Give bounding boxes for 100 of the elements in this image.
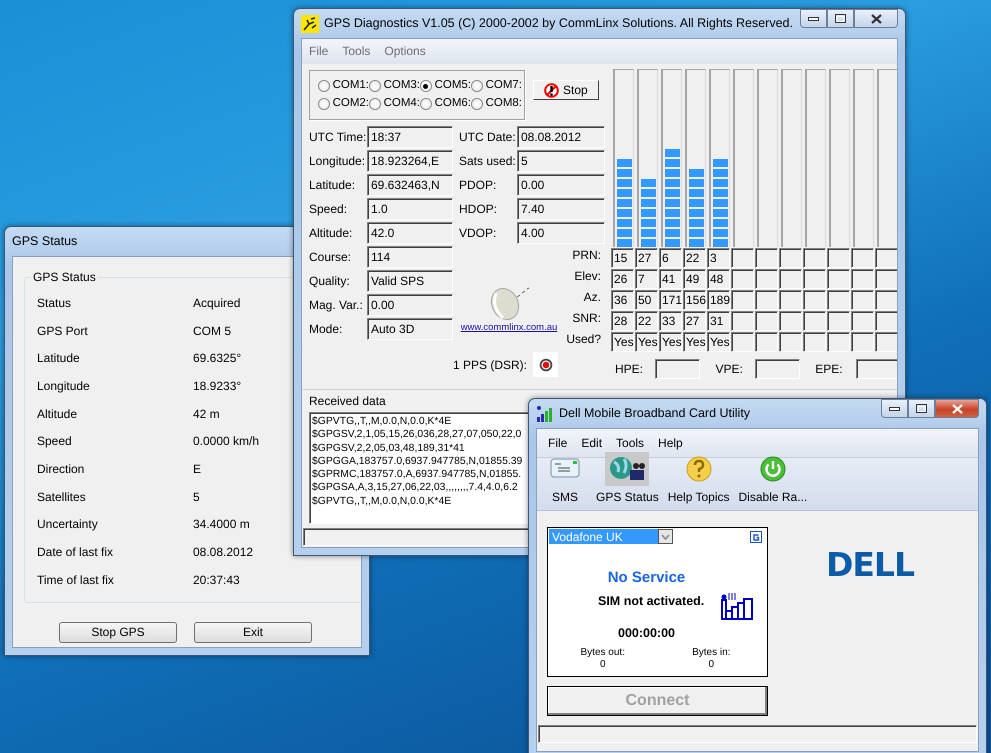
menu-item[interactable]: Tools	[335, 40, 378, 62]
radio-button[interactable]	[420, 98, 432, 110]
table-cell	[851, 332, 874, 352]
website-link[interactable]: www.commlinx.com.au	[460, 321, 558, 336]
table-cell	[779, 248, 802, 268]
menu-item[interactable]: Options	[377, 40, 433, 62]
table-cell: Yes	[707, 332, 730, 352]
table-cell	[731, 290, 754, 310]
menu-item[interactable]: Help	[651, 432, 690, 454]
close-button[interactable]	[854, 9, 898, 28]
port-label[interactable]: COM3:	[384, 77, 420, 95]
dell-logo: DELL	[826, 547, 914, 583]
value-field: 114	[367, 246, 453, 268]
value-field	[655, 359, 700, 379]
value-field: 42.0	[367, 222, 453, 244]
field-label: Altitude:	[309, 225, 354, 242]
table-cell: 7	[635, 268, 658, 288]
field-label: Course:	[309, 249, 352, 266]
port-label[interactable]: COM4:	[384, 95, 420, 113]
port-label[interactable]: COM1:	[332, 77, 369, 95]
field-label: Status	[37, 294, 72, 312]
field-label: Speed:	[309, 201, 348, 218]
toolbar-button[interactable]: GPS Status	[594, 452, 661, 506]
status-message: SIM not activated.	[598, 592, 704, 610]
toolbar-button[interactable]: Help Topics	[666, 452, 732, 506]
counter-label: Bytes out:	[580, 647, 625, 659]
maximize-button[interactable]	[827, 9, 854, 28]
maximize-button[interactable]	[908, 399, 935, 418]
row-label: Elev:	[574, 268, 601, 285]
field-label: Date of last fix	[37, 544, 114, 562]
table-cell	[851, 268, 874, 288]
value-field: 4.00	[517, 222, 605, 244]
table-cell: 48	[707, 268, 730, 288]
table-cell: 28	[611, 310, 634, 330]
field-label: Altitude	[37, 406, 78, 423]
radio-button[interactable]	[318, 80, 330, 92]
table-cell	[779, 332, 802, 352]
toolbar-button[interactable]: Disable Ra...	[736, 452, 810, 506]
field-label: GPS Port	[37, 322, 89, 340]
group-title: GPS Status	[32, 271, 97, 283]
field-label: Uncertainty	[37, 516, 99, 534]
counter-value: 0	[600, 659, 606, 671]
table-cell	[755, 268, 778, 288]
data-line: $GPGSV,2,1,05,15,26,036,28,27,07,050,22,0	[312, 428, 522, 442]
field-label: EPE:	[815, 361, 843, 378]
connect-button: Connect	[547, 686, 768, 716]
field-label: Time of last fix	[37, 572, 115, 589]
table-cell: 27	[683, 310, 706, 330]
minimize-icon	[889, 406, 900, 410]
minimize-button[interactable]	[800, 9, 827, 28]
menu-item[interactable]: Edit	[574, 432, 610, 454]
row-label: PRN:	[572, 247, 601, 264]
table-cell	[779, 268, 802, 288]
field-label: HDOP:	[459, 201, 498, 218]
field-value: 5	[193, 488, 200, 506]
port-label[interactable]: COM5:	[434, 77, 471, 95]
minimize-icon	[808, 16, 819, 20]
field-label: VPE:	[715, 361, 743, 378]
menu-item[interactable]: Tools	[609, 432, 652, 454]
radio-button[interactable]	[318, 98, 330, 110]
radio-button[interactable]	[471, 80, 483, 92]
signal-strength-icon	[721, 592, 754, 620]
field-value: COM 5	[193, 322, 232, 340]
radio-button[interactable]	[369, 80, 381, 92]
field-label: Speed	[37, 433, 73, 450]
value-field: 0.00	[367, 294, 453, 316]
port-label[interactable]: COM7:	[486, 77, 522, 95]
field-label: HPE:	[615, 361, 644, 378]
menu-item[interactable]: File	[302, 40, 336, 62]
value-field: 69.632463,N	[367, 174, 453, 196]
close-button[interactable]	[935, 399, 979, 418]
table-cell: 156	[683, 290, 706, 310]
maximize-icon	[835, 14, 846, 23]
value-field: 5	[517, 150, 605, 172]
minimize-button[interactable]	[881, 399, 908, 418]
data-line: $GPVTG,,T,,M,0.0,N,0.0,K*4E	[312, 494, 452, 508]
stop-button[interactable]: Stop	[533, 80, 599, 100]
port-label[interactable]: COM8:	[486, 95, 522, 113]
table-cell: 171	[659, 290, 682, 310]
table-cell	[851, 290, 874, 310]
dialog-button[interactable]: Exit	[194, 622, 312, 643]
menu-item[interactable]: File	[541, 432, 574, 454]
table-cell	[827, 268, 850, 288]
table-cell: 41	[659, 268, 682, 288]
radio-button[interactable]	[369, 98, 381, 110]
radio-button[interactable]	[471, 98, 483, 110]
table-cell	[755, 290, 778, 310]
radio-button[interactable]	[420, 80, 432, 92]
table-cell	[755, 310, 778, 330]
field-value: Acquired	[193, 294, 240, 312]
field-label: Mag. Var.:	[309, 297, 364, 314]
field-label: Longitude:	[309, 153, 366, 170]
field-value: E	[193, 460, 202, 478]
maximize-icon	[916, 404, 927, 413]
toolbar-button[interactable]: SMS	[541, 452, 589, 506]
indicator-light-icon	[538, 358, 553, 372]
table-cell	[731, 332, 754, 352]
dialog-button[interactable]: Stop GPS	[59, 622, 177, 643]
port-label[interactable]: COM6:	[434, 95, 471, 113]
port-label[interactable]: COM2:	[332, 95, 369, 113]
